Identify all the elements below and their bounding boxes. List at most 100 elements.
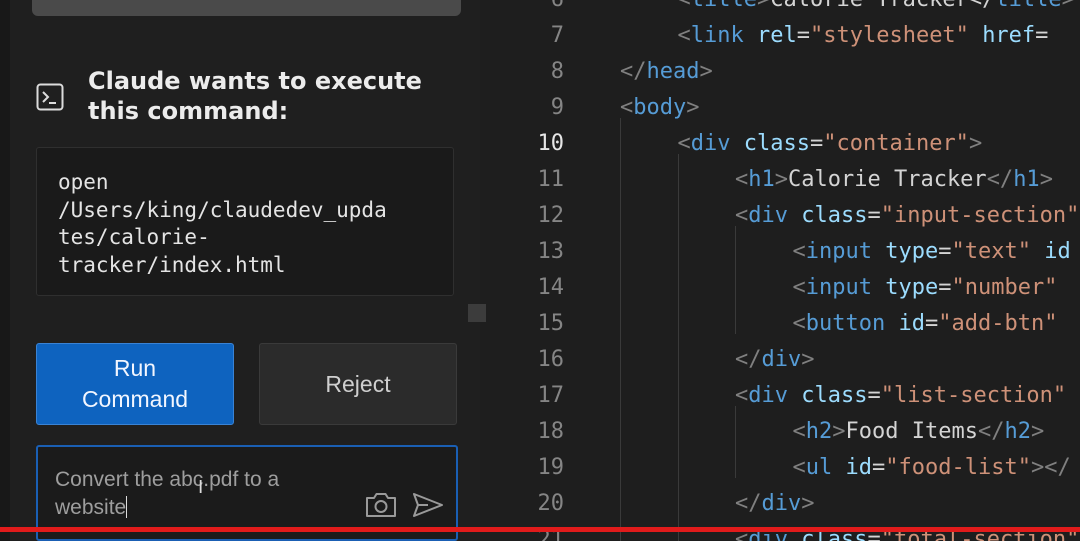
code-line[interactable]: <div class="input-section": [735, 198, 1079, 234]
code-token: h1: [1013, 167, 1040, 192]
line-number: 15: [537, 311, 565, 336]
code-token: href: [982, 23, 1036, 48]
line-number: 9: [550, 95, 564, 120]
code-token: div: [748, 383, 788, 408]
code-token: Calorie Tracker: [788, 167, 987, 192]
code-line[interactable]: <div class="list-section": [735, 378, 1066, 414]
code-line[interactable]: <h1>Calorie Tracker</h1>: [735, 162, 1053, 198]
code-line[interactable]: <div class="container">: [678, 126, 983, 162]
code-token: </: [977, 419, 1005, 444]
code-token: ></: [1030, 455, 1071, 480]
line-number: 10: [537, 131, 565, 156]
code-token: >: [757, 0, 770, 12]
terminal-icon: [36, 83, 64, 111]
reject-button[interactable]: Reject: [259, 343, 457, 425]
code-token: =: [867, 203, 881, 228]
code-token: class: [743, 131, 810, 156]
code-line[interactable]: </div>: [735, 486, 815, 522]
code-line[interactable]: <button id="add-btn": [793, 306, 1058, 342]
code-line[interactable]: <input type="text" id: [793, 234, 1071, 270]
code-token: <: [792, 419, 806, 444]
line-number: 13: [537, 239, 565, 264]
code-token: >: [968, 131, 983, 156]
code-token: <: [678, 0, 691, 12]
line-number: 12: [537, 203, 565, 228]
previous-message-block: [32, 0, 461, 16]
code-token: id: [845, 455, 873, 480]
line-number: 8: [550, 59, 564, 84]
code-token: =: [924, 311, 939, 336]
code-token: <: [792, 311, 806, 336]
code-token: div: [761, 491, 802, 516]
code-token: "add-btn": [938, 311, 1058, 336]
code-token: "text": [951, 239, 1031, 264]
code-token: =: [867, 383, 881, 408]
code-token: >: [801, 347, 815, 372]
code-token: <: [677, 23, 691, 48]
code-token: id: [898, 311, 925, 336]
code-token: =: [809, 131, 824, 156]
code-line[interactable]: </head>: [620, 54, 713, 90]
code-token: </: [620, 59, 647, 84]
code-token: "container": [823, 131, 969, 156]
code-token: >: [801, 491, 815, 516]
code-line[interactable]: <title>Calorie Tracker</title>: [678, 0, 1075, 18]
code-token: </: [735, 347, 762, 372]
code-token: Food Items: [845, 419, 978, 444]
camera-icon[interactable]: [364, 491, 398, 519]
code-token: =: [872, 455, 886, 480]
code-token: <: [735, 167, 749, 192]
code-line[interactable]: <link rel="stylesheet" href=: [678, 18, 1049, 54]
code-token: <: [792, 275, 806, 300]
code-token: =: [796, 23, 810, 48]
text-cursor-icon: I: [198, 477, 204, 498]
video-progress-bar[interactable]: [0, 527, 1080, 532]
code-token: id: [1044, 239, 1071, 264]
code-token: <: [735, 383, 749, 408]
code-token: <: [677, 131, 691, 156]
code-line[interactable]: <h2>Food Items</h2>: [793, 414, 1045, 450]
run-command-button[interactable]: Run Command: [36, 343, 234, 425]
code-token: div: [761, 347, 802, 372]
code-editor[interactable]: 6789101112131415161718192021 <title>Calo…: [488, 0, 1080, 541]
reject-label: Reject: [325, 370, 391, 397]
code-token: "food-list": [885, 455, 1031, 480]
line-number: 11: [537, 167, 565, 192]
indent-guide: [677, 154, 679, 541]
code-token: </: [735, 491, 762, 516]
panel-scrollbar[interactable]: [468, 304, 486, 322]
code-line[interactable]: </div>: [735, 342, 815, 378]
code-token: =: [938, 275, 952, 300]
code-token: </: [986, 167, 1014, 192]
code-token: <: [620, 95, 634, 120]
send-icon[interactable]: [412, 491, 444, 519]
code-token: class: [801, 203, 868, 228]
code-token: "input-section": [880, 203, 1080, 228]
code-token: "list-section": [880, 383, 1067, 408]
code-line[interactable]: <ul id="food-list"></: [793, 450, 1071, 486]
code-line[interactable]: <body>: [620, 90, 699, 126]
code-token: <: [792, 455, 806, 480]
line-number: 16: [537, 347, 565, 372]
indent-guide: [735, 226, 736, 334]
code-token: title: [995, 0, 1061, 12]
code-token: =: [938, 239, 952, 264]
code-token: body: [633, 95, 687, 120]
code-token: button: [805, 311, 886, 336]
claude-dev-panel: Claude wants to execute this command: op…: [10, 0, 480, 541]
code-line[interactable]: <input type="number": [793, 270, 1058, 306]
command-prompt-title: Claude wants to execute this command:: [88, 67, 422, 125]
code-token: >: [1039, 167, 1053, 192]
command-box: open /Users/king/claudedev_upda tes/calo…: [36, 147, 454, 296]
code-token: class: [801, 383, 868, 408]
chat-input-text[interactable]: Convert the abc.pdf to a website: [55, 466, 355, 522]
code-token: "number": [951, 275, 1058, 300]
code-token: h2: [1004, 419, 1031, 444]
code-token: div: [748, 203, 788, 228]
code-token: link: [690, 23, 744, 48]
indent-guide: [620, 118, 621, 541]
